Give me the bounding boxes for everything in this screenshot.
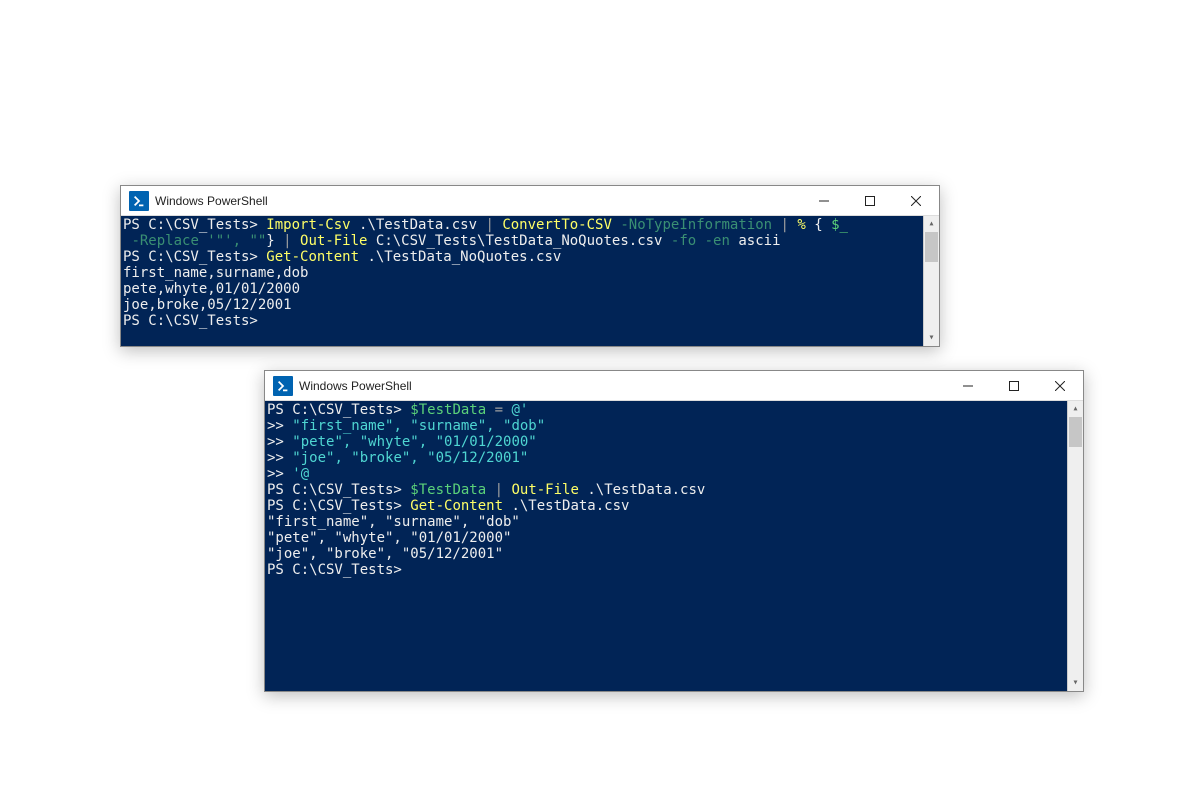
terminal-line: PS C:\CSV_Tests> Get-Content .\TestData.…: [267, 498, 1081, 514]
scroll-thumb[interactable]: [1069, 417, 1082, 447]
terminal-line: PS C:\CSV_Tests>: [123, 313, 937, 329]
terminal-line: "joe", "broke", "05/12/2001": [267, 546, 1081, 562]
terminal-area[interactable]: PS C:\CSV_Tests> $TestData = @'>> "first…: [265, 401, 1083, 691]
maximize-button[interactable]: [991, 371, 1037, 400]
scrollbar[interactable]: ▴ ▾: [1067, 401, 1083, 691]
terminal-line: >> '@: [267, 466, 1081, 482]
powershell-window-1: Windows PowerShell PS C:\CSV_Tests> Impo…: [120, 185, 940, 347]
scroll-up-icon[interactable]: ▴: [924, 216, 939, 232]
terminal-line: >> "first_name", "surname", "dob": [267, 418, 1081, 434]
terminal-content: PS C:\CSV_Tests> $TestData = @'>> "first…: [267, 402, 1081, 578]
close-button[interactable]: [893, 186, 939, 215]
powershell-icon: [273, 376, 293, 396]
terminal-line: "first_name", "surname", "dob": [267, 514, 1081, 530]
window-title: Windows PowerShell: [155, 194, 801, 208]
terminal-line: PS C:\CSV_Tests> Get-Content .\TestData_…: [123, 249, 937, 265]
scroll-thumb[interactable]: [925, 232, 938, 262]
titlebar[interactable]: Windows PowerShell: [121, 186, 939, 216]
scroll-track[interactable]: [924, 232, 939, 330]
scroll-track[interactable]: [1068, 417, 1083, 675]
scroll-up-icon[interactable]: ▴: [1068, 401, 1083, 417]
terminal-line: -Replace '"', ""} | Out-File C:\CSV_Test…: [123, 233, 937, 249]
terminal-line: PS C:\CSV_Tests>: [267, 562, 1081, 578]
terminal-line: first_name,surname,dob: [123, 265, 937, 281]
maximize-button[interactable]: [847, 186, 893, 215]
terminal-line: PS C:\CSV_Tests> $TestData | Out-File .\…: [267, 482, 1081, 498]
scrollbar[interactable]: ▴ ▾: [923, 216, 939, 346]
terminal-line: >> "pete", "whyte", "01/01/2000": [267, 434, 1081, 450]
minimize-button[interactable]: [801, 186, 847, 215]
titlebar[interactable]: Windows PowerShell: [265, 371, 1083, 401]
terminal-line: joe,broke,05/12/2001: [123, 297, 937, 313]
terminal-line: >> "joe", "broke", "05/12/2001": [267, 450, 1081, 466]
minimize-button[interactable]: [945, 371, 991, 400]
terminal-line: "pete", "whyte", "01/01/2000": [267, 530, 1081, 546]
powershell-window-2: Windows PowerShell PS C:\CSV_Tests> $Tes…: [264, 370, 1084, 692]
terminal-content: PS C:\CSV_Tests> Import-Csv .\TestData.c…: [123, 217, 937, 329]
terminal-line: pete,whyte,01/01/2000: [123, 281, 937, 297]
window-controls: [801, 186, 939, 215]
powershell-icon: [129, 191, 149, 211]
close-button[interactable]: [1037, 371, 1083, 400]
window-controls: [945, 371, 1083, 400]
scroll-down-icon[interactable]: ▾: [1068, 675, 1083, 691]
terminal-line: PS C:\CSV_Tests> Import-Csv .\TestData.c…: [123, 217, 937, 233]
terminal-line: PS C:\CSV_Tests> $TestData = @': [267, 402, 1081, 418]
window-title: Windows PowerShell: [299, 379, 945, 393]
terminal-area[interactable]: PS C:\CSV_Tests> Import-Csv .\TestData.c…: [121, 216, 939, 346]
scroll-down-icon[interactable]: ▾: [924, 330, 939, 346]
